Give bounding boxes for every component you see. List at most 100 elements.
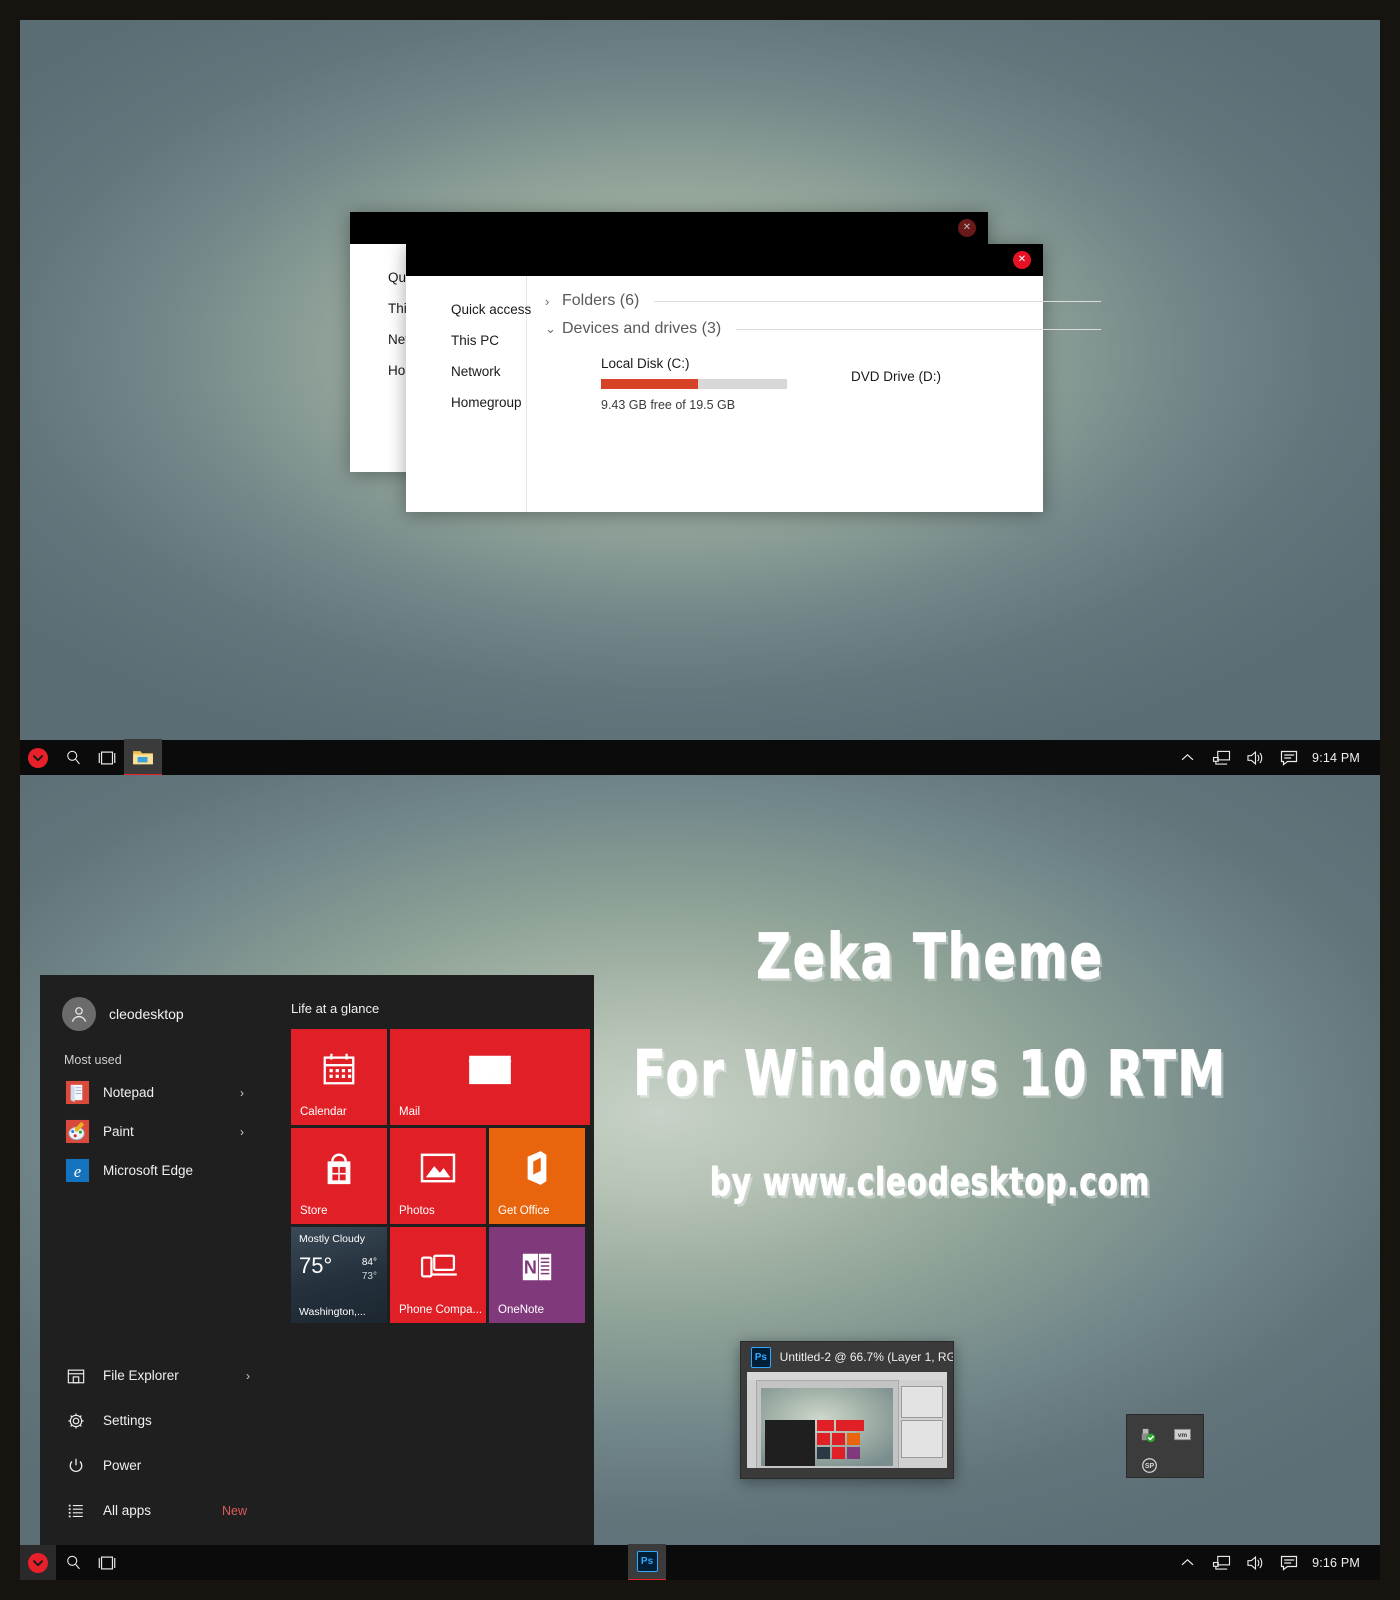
network-icon[interactable] bbox=[1204, 1545, 1238, 1580]
safely-remove-hardware-icon[interactable] bbox=[1139, 1425, 1156, 1445]
chevron-right-icon[interactable]: › bbox=[545, 294, 555, 309]
search-button[interactable] bbox=[56, 740, 90, 775]
start-item-label: Settings bbox=[103, 1413, 152, 1428]
calendar-icon bbox=[291, 1029, 387, 1109]
group-header-label: Devices and drives (3) bbox=[562, 320, 722, 337]
user-account-row[interactable]: cleodesktop bbox=[40, 975, 269, 1031]
gear-icon bbox=[62, 1407, 89, 1434]
chevron-up-icon[interactable] bbox=[1170, 1545, 1204, 1580]
photoshop-preview-window[interactable]: Ps Untitled-2 @ 66.7% (Layer 1, RG... bbox=[740, 1341, 954, 1479]
system-tray-bottom: 9:16 PM bbox=[1170, 1545, 1380, 1580]
group-header-folders[interactable]: › Folders (6) bbox=[545, 292, 1101, 310]
explorer-window-foreground[interactable]: ✕ Quick access This PC Network Homegroup… bbox=[406, 244, 1101, 512]
all-apps-icon bbox=[62, 1497, 89, 1524]
tile-calendar[interactable]: Calendar bbox=[291, 1029, 387, 1125]
taskbar-bottom[interactable]: Ps 9:16 PM bbox=[20, 1544, 1380, 1580]
upper-desktop-screenshot: ✕ Quick access This PC Network Homegroup… bbox=[20, 20, 1380, 775]
start-item-label: Power bbox=[103, 1458, 142, 1473]
speaker-icon[interactable] bbox=[1238, 1545, 1272, 1580]
start-orb-icon bbox=[28, 1552, 48, 1573]
start-menu[interactable]: cleodesktop Most used Notepad › Paint › bbox=[40, 975, 594, 1545]
sidebar-item-this-pc[interactable]: This PC bbox=[406, 325, 526, 356]
start-item-file-explorer[interactable]: File Explorer › bbox=[40, 1353, 269, 1398]
taskbar-item-photoshop[interactable]: Ps bbox=[628, 1544, 667, 1580]
chevron-down-icon[interactable]: ⌄ bbox=[545, 321, 556, 337]
svg-text:N: N bbox=[524, 1258, 537, 1278]
tile-photos[interactable]: Photos bbox=[390, 1128, 486, 1224]
file-explorer-icon bbox=[62, 1362, 89, 1389]
start-app-label: Notepad bbox=[103, 1085, 155, 1100]
tile-store[interactable]: Store bbox=[291, 1128, 387, 1224]
chevron-right-icon[interactable]: › bbox=[240, 1125, 244, 1139]
window-titlebar[interactable]: ✕ bbox=[350, 212, 988, 244]
search-button[interactable] bbox=[56, 1545, 90, 1580]
start-menu-bottom-list: File Explorer › Settings Power All apps … bbox=[40, 1353, 269, 1533]
weather-condition: Mostly Cloudy bbox=[299, 1233, 365, 1245]
mail-icon bbox=[390, 1029, 590, 1109]
svg-text:SP: SP bbox=[1144, 1463, 1154, 1470]
hidden-icons-flyout[interactable]: vm SP bbox=[1126, 1414, 1204, 1478]
weather-low: 73° bbox=[361, 1271, 377, 1282]
notification-icon[interactable] bbox=[1272, 1545, 1306, 1580]
clock-top[interactable]: 9:14 PM bbox=[1306, 751, 1374, 765]
tile-onenote[interactable]: N OneNote bbox=[489, 1227, 585, 1323]
notification-icon[interactable] bbox=[1272, 740, 1306, 775]
flyout-row-1: vm bbox=[1127, 1415, 1203, 1445]
drive-list: Local Disk (C:) 9.43 GB free of 19.5 GB … bbox=[545, 356, 1101, 412]
photoshop-thumbnail[interactable] bbox=[747, 1372, 947, 1468]
edge-icon: e bbox=[64, 1157, 91, 1184]
start-item-settings[interactable]: Settings bbox=[40, 1398, 269, 1443]
start-app-paint[interactable]: Paint › bbox=[40, 1112, 269, 1151]
svg-text:e: e bbox=[74, 1162, 81, 1181]
taskbar-item-file-explorer[interactable] bbox=[124, 739, 162, 775]
tile-get-office[interactable]: Get Office bbox=[489, 1128, 585, 1224]
start-menu-left-pane: cleodesktop Most used Notepad › Paint › bbox=[40, 975, 269, 1545]
window-titlebar[interactable]: ✕ bbox=[406, 244, 1043, 276]
drive-item-dvd-drive[interactable]: DVD Drive (D:) bbox=[851, 356, 1101, 412]
start-menu-tiles-pane: Life at a glance Calendar Mail Store Pho… bbox=[269, 975, 594, 1545]
weather-location: Washington,... bbox=[299, 1306, 366, 1318]
start-orb-icon bbox=[28, 747, 48, 768]
store-icon bbox=[291, 1128, 387, 1208]
start-app-microsoft-edge[interactable]: e Microsoft Edge bbox=[40, 1151, 269, 1190]
sidebar-item-network[interactable]: Network bbox=[406, 356, 526, 387]
start-button[interactable] bbox=[20, 740, 56, 775]
drive-capacity-text: 9.43 GB free of 19.5 GB bbox=[601, 398, 736, 412]
drive-item-local-disk[interactable]: Local Disk (C:) 9.43 GB free of 19.5 GB bbox=[601, 356, 851, 412]
most-used-label: Most used bbox=[64, 1053, 122, 1067]
chevron-up-icon[interactable] bbox=[1170, 740, 1204, 775]
sidebar-item-quick-access[interactable]: Quick access bbox=[406, 294, 531, 325]
taskbar-top[interactable]: 9:14 PM bbox=[20, 739, 1380, 775]
tile-weather[interactable]: Mostly Cloudy 75° 84° 73° Washington,... bbox=[291, 1227, 387, 1323]
onenote-icon: N bbox=[489, 1227, 585, 1307]
start-app-label: Paint bbox=[103, 1124, 134, 1139]
sidebar-item-homegroup[interactable]: Homegroup bbox=[406, 387, 526, 418]
notepad-icon bbox=[64, 1079, 91, 1106]
navigation-pane: Quick access This PC Network Homegroup bbox=[406, 276, 531, 512]
task-view-button[interactable] bbox=[90, 740, 124, 775]
headline-line-3: by www.cleodesktop.com bbox=[709, 1160, 1151, 1205]
network-icon[interactable] bbox=[1204, 740, 1238, 775]
flyout-row-2: SP bbox=[1127, 1445, 1203, 1485]
start-button[interactable] bbox=[20, 1545, 56, 1580]
close-icon[interactable]: ✕ bbox=[1013, 251, 1031, 269]
screenshot-canvas: ✕ Quick access This PC Network Homegroup… bbox=[0, 0, 1400, 1600]
chevron-right-icon[interactable]: › bbox=[246, 1369, 250, 1383]
start-item-power[interactable]: Power bbox=[40, 1443, 269, 1488]
close-icon[interactable]: ✕ bbox=[958, 219, 976, 237]
task-view-button[interactable] bbox=[90, 1545, 124, 1580]
vmware-tools-icon[interactable]: vm bbox=[1174, 1425, 1191, 1445]
user-name: cleodesktop bbox=[109, 1006, 184, 1022]
speaker-icon[interactable] bbox=[1238, 740, 1272, 775]
chevron-right-icon[interactable]: › bbox=[240, 1086, 244, 1100]
start-item-all-apps[interactable]: All apps New bbox=[40, 1488, 269, 1533]
photoshop-titlebar[interactable]: Ps Untitled-2 @ 66.7% (Layer 1, RG... bbox=[741, 1342, 953, 1372]
tile-mail[interactable]: Mail bbox=[390, 1029, 590, 1125]
content-pane: › Folders (6) ⌄ Devices and drives (3) L… bbox=[527, 276, 1115, 512]
tile-phone-companion[interactable]: Phone Compa... bbox=[390, 1227, 486, 1323]
clock-bottom[interactable]: 9:16 PM bbox=[1306, 1556, 1374, 1570]
tile-group-title: Life at a glance bbox=[291, 1001, 380, 1016]
sp-icon[interactable]: SP bbox=[1139, 1455, 1159, 1475]
start-app-notepad[interactable]: Notepad › bbox=[40, 1073, 269, 1112]
group-header-devices[interactable]: ⌄ Devices and drives (3) bbox=[545, 320, 1101, 338]
